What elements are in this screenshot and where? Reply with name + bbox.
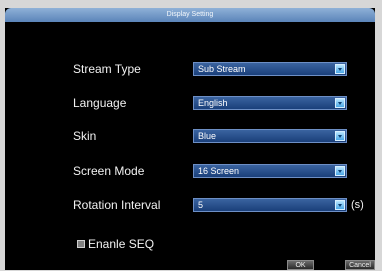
enable-seq-label: Enanle SEQ [88, 237, 155, 251]
seq-row: Enanle SEQ [5, 235, 375, 253]
skin-select[interactable]: Blue [193, 129, 347, 143]
chevron-down-icon[interactable] [335, 131, 345, 141]
language-label: Language [73, 96, 127, 110]
chevron-down-icon[interactable] [335, 200, 345, 210]
skin-label: Skin [73, 129, 97, 143]
screen-mode-row: Screen Mode 16 Screen [5, 162, 375, 180]
chevron-down-icon[interactable] [335, 98, 345, 108]
language-select[interactable]: English [193, 96, 347, 110]
skin-value: Blue [198, 131, 217, 141]
rotation-interval-unit: (s) [351, 199, 364, 211]
stream-type-row: Stream Type Sub Stream [5, 60, 375, 78]
chevron-down-icon[interactable] [335, 166, 345, 176]
ok-button[interactable]: OK [287, 260, 314, 270]
language-value: English [198, 98, 228, 108]
stream-type-label: Stream Type [73, 62, 141, 76]
cancel-button[interactable]: Cancel [345, 260, 375, 270]
screen-mode-value: 16 Screen [198, 166, 240, 176]
rotation-interval-row: Rotation Interval 5 (s) [5, 196, 375, 214]
rotation-interval-select[interactable]: 5 [193, 198, 347, 212]
window-title: Display Setting [5, 8, 375, 22]
language-row: Language English [5, 94, 375, 112]
stream-type-select[interactable]: Sub Stream [193, 62, 347, 76]
screen-mode-select[interactable]: 16 Screen [193, 164, 347, 178]
stream-type-value: Sub Stream [198, 64, 246, 74]
chevron-down-icon[interactable] [335, 64, 345, 74]
skin-row: Skin Blue [5, 127, 375, 145]
rotation-interval-label: Rotation Interval [73, 198, 161, 212]
screen-mode-label: Screen Mode [73, 164, 145, 178]
rotation-interval-value: 5 [198, 200, 204, 210]
display-setting-window: Display Setting Stream Type Sub Stream L… [5, 8, 375, 270]
enable-seq-checkbox[interactable] [77, 240, 85, 248]
